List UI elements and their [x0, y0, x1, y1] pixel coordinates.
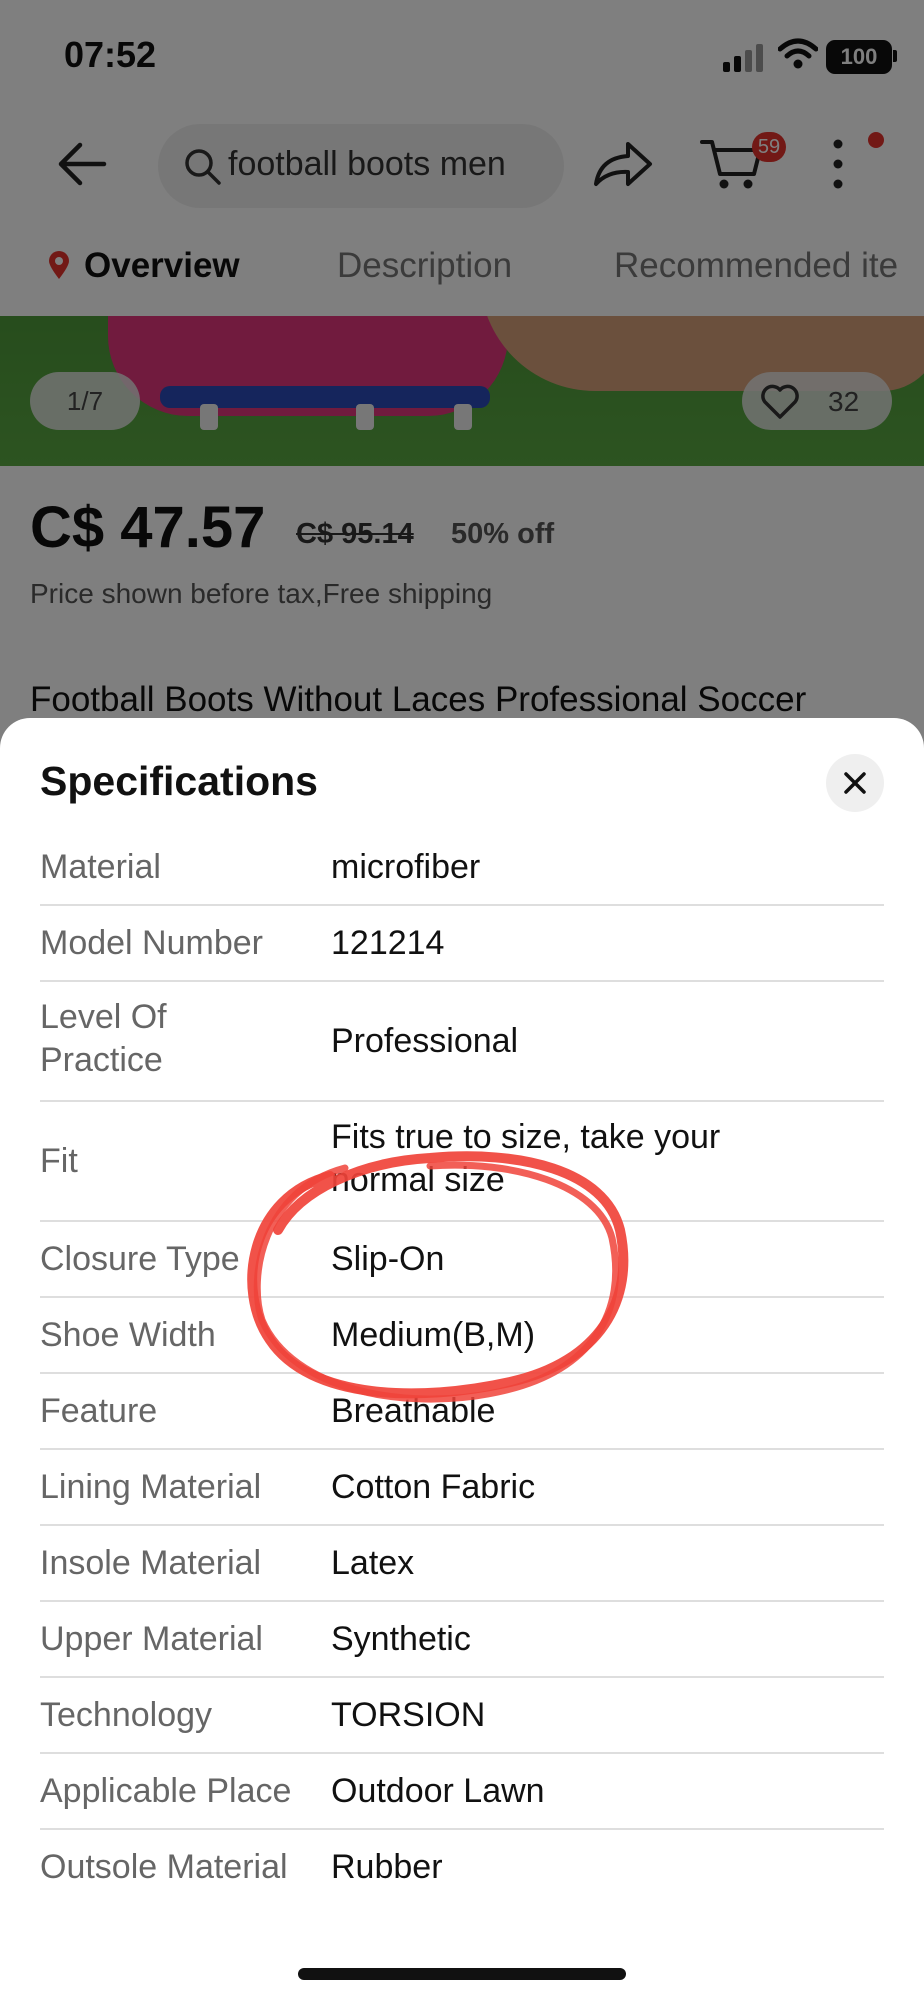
close-button[interactable] — [826, 754, 884, 812]
spec-label: Technology — [40, 1696, 213, 1734]
spec-label: Closure Type — [40, 1240, 240, 1278]
spec-row: Outsole Material Rubber — [40, 1830, 884, 1906]
spec-label: Shoe Width — [40, 1316, 216, 1354]
spec-row: Fit Fits true to size, take your normal … — [40, 1102, 884, 1222]
spec-row: Lining Material Cotton Fabric — [40, 1450, 884, 1526]
spec-row: Model Number 121214 — [40, 906, 884, 982]
close-icon — [844, 772, 866, 794]
spec-label: Insole Material — [40, 1544, 262, 1582]
spec-label: Upper Material — [40, 1620, 263, 1658]
spec-value: TORSION — [331, 1696, 486, 1734]
spec-value: Medium(B,M) — [331, 1316, 536, 1354]
specifications-sheet: Specifications Material microfiber Model… — [0, 718, 924, 2000]
spec-row: Closure Type Slip-On — [40, 1222, 884, 1298]
spec-value: Breathable — [331, 1392, 496, 1430]
spec-label: Outsole Material — [40, 1848, 288, 1886]
spec-row: Feature Breathable — [40, 1374, 884, 1450]
spec-label: Lining Material — [40, 1468, 262, 1506]
sheet-title: Specifications — [40, 758, 318, 804]
spec-label: Applicable Place — [40, 1772, 292, 1810]
spec-value: 121214 — [331, 924, 445, 962]
spec-label: Fit — [40, 1142, 78, 1180]
spec-value: Professional — [331, 1022, 519, 1060]
spec-row: Level Of Practice Professional — [40, 982, 884, 1102]
spec-label: Model Number — [40, 924, 263, 962]
spec-label: Level Of Practice — [40, 998, 167, 1079]
spec-label: Material — [40, 848, 161, 886]
spec-row: Applicable Place Outdoor Lawn — [40, 1754, 884, 1830]
spec-row: Technology TORSION — [40, 1678, 884, 1754]
spec-value: Latex — [331, 1544, 415, 1582]
spec-row: Material microfiber — [40, 830, 884, 906]
spec-value: Outdoor Lawn — [331, 1772, 545, 1810]
spec-row: Insole Material Latex — [40, 1526, 884, 1602]
spec-value: Slip-On — [331, 1240, 445, 1278]
spec-label: Feature — [40, 1392, 158, 1430]
spec-value: Rubber — [331, 1848, 443, 1886]
spec-row: Shoe Width Medium(B,M) — [40, 1298, 884, 1374]
spec-row: Upper Material Synthetic — [40, 1602, 884, 1678]
spec-value: microfiber — [331, 848, 481, 886]
spec-value: Cotton Fabric — [331, 1468, 536, 1506]
spec-value: Fits true to size, take your normal size — [331, 1118, 721, 1199]
spec-value: Synthetic — [331, 1620, 471, 1658]
home-indicator[interactable] — [298, 1968, 626, 1980]
